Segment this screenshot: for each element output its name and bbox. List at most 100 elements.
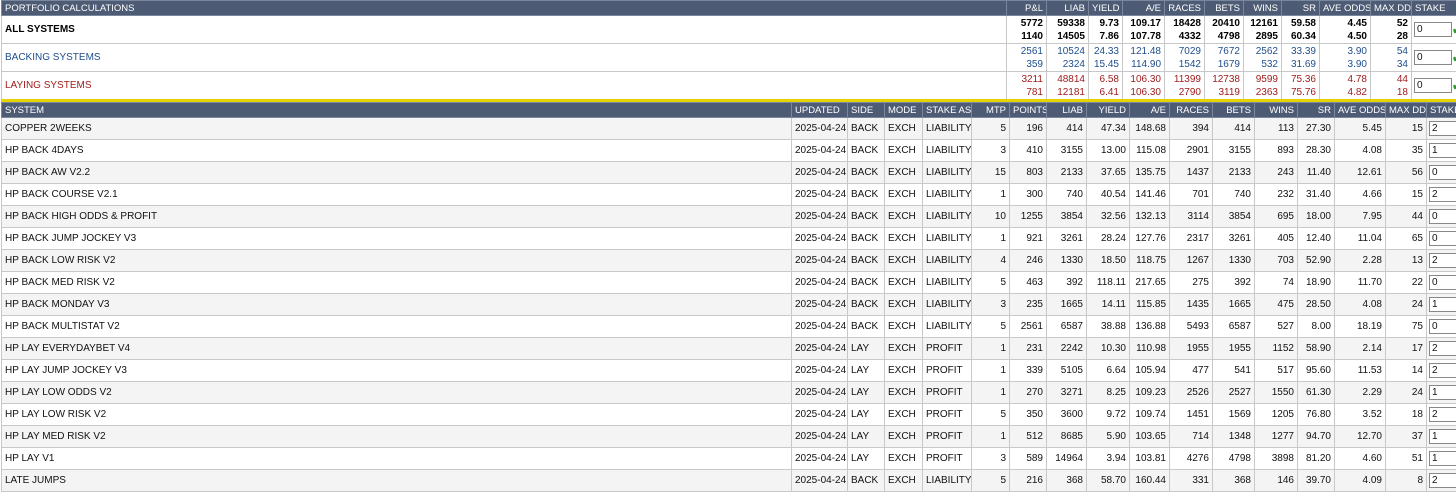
portfolio-value-cell: 24.33 15.45: [1088, 43, 1123, 72]
col-header-stake[interactable]: STAKE: [1426, 102, 1456, 118]
portfolio-row-name: ALL SYSTEMS: [1, 15, 1007, 44]
system-row[interactable]: HP LAY MED RISK V2 2025-04-24 LAY EXCH PROFI…: [1, 425, 1456, 448]
cell-mtp: 3: [971, 447, 1010, 470]
cell-wins: 1277: [1254, 425, 1298, 448]
cell-races: 477: [1169, 359, 1213, 382]
cell-sr: 39.70: [1297, 469, 1335, 492]
system-row[interactable]: HP BACK JUMP JOCKEY V3 2025-04-24 BACK EXCH…: [1, 227, 1456, 250]
stake-input[interactable]: 1: [1429, 143, 1456, 158]
portfolio-value-cell: 48814 12181: [1046, 71, 1089, 102]
cell-liab: 414: [1046, 117, 1087, 140]
cell-system-name: HP BACK JUMP JOCKEY V3: [1, 227, 792, 250]
cell-points: 300: [1009, 183, 1047, 206]
col-header-points[interactable]: POINTS: [1009, 102, 1047, 118]
portfolio-row: BACKING SYSTEMS 2561 359 10524 2324 24.33 15.4…: [1, 43, 1456, 72]
col-header-mtp[interactable]: MTP: [971, 102, 1010, 118]
stake-input[interactable]: 1: [1429, 385, 1456, 400]
system-row[interactable]: HP BACK MULTISTAT V2 2025-04-24 BACK EXCH LI…: [1, 315, 1456, 338]
system-row[interactable]: HP BACK MONDAY V3 2025-04-24 BACK EXCH LIABI…: [1, 293, 1456, 316]
col-header-ae[interactable]: A/E: [1129, 102, 1170, 118]
portfolio-stake-cell: 0✔: [1411, 15, 1456, 44]
col-header-yield[interactable]: YIELD: [1086, 102, 1130, 118]
system-row[interactable]: COPPER 2WEEKS 2025-04-24 BACK EXCH LIABILITY…: [1, 117, 1456, 140]
cell-sr: 94.70: [1297, 425, 1335, 448]
system-row[interactable]: HP BACK AW V2.2 2025-04-24 BACK EXCH LIABILI…: [1, 161, 1456, 184]
cell-max-dd: 13: [1385, 249, 1427, 272]
system-row[interactable]: LATE JUMPS 2025-04-24 BACK EXCH LIABILITY 5 21…: [1, 469, 1456, 492]
system-row[interactable]: HP BACK COURSE V2.1 2025-04-24 BACK EXCH LIA…: [1, 183, 1456, 206]
col-header-races[interactable]: RACES: [1169, 102, 1213, 118]
col-header-stake-as[interactable]: STAKE AS: [922, 102, 972, 118]
cell-mode: EXCH: [884, 205, 923, 228]
stake-input[interactable]: 0: [1429, 275, 1456, 290]
col-header-mode[interactable]: MODE: [884, 102, 923, 118]
check-icon[interactable]: ✔: [1452, 50, 1456, 66]
system-row[interactable]: HP LAY LOW RISK V2 2025-04-24 LAY EXCH PROFI…: [1, 403, 1456, 426]
stake-input[interactable]: 0: [1429, 319, 1456, 334]
stake-input[interactable]: 1: [1429, 429, 1456, 444]
cell-system-name: HP BACK 4DAYS: [1, 139, 792, 162]
cell-points: 410: [1009, 139, 1047, 162]
cell-max-dd: 17: [1385, 337, 1427, 360]
col-header-liab[interactable]: LIAB: [1046, 102, 1087, 118]
stake-input[interactable]: 2: [1429, 363, 1456, 378]
stake-input[interactable]: 1: [1429, 297, 1456, 312]
stake-input[interactable]: 2: [1429, 407, 1456, 422]
col-header-sr[interactable]: SR: [1297, 102, 1335, 118]
portfolio-value-all: 4.78: [1347, 73, 1367, 85]
stake-input[interactable]: 2: [1429, 253, 1456, 268]
check-icon[interactable]: ✔: [1452, 22, 1456, 38]
portfolio-value-all: 9599: [1255, 73, 1278, 85]
check-icon[interactable]: ✔: [1452, 78, 1456, 94]
cell-liab: 8685: [1046, 425, 1087, 448]
col-header-updated[interactable]: UPDATED: [791, 102, 848, 118]
cell-updated-date: 2025-04-24: [791, 469, 848, 492]
portfolio-value-cell: 7029 1542: [1164, 43, 1205, 72]
cell-races: 4276: [1169, 447, 1213, 470]
stake-input[interactable]: 0: [1429, 209, 1456, 224]
system-row[interactable]: HP BACK LOW RISK V2 2025-04-24 BACK EXCH LIA…: [1, 249, 1456, 272]
cell-side: BACK: [847, 227, 885, 250]
system-row[interactable]: HP LAY LOW ODDS V2 2025-04-24 LAY EXCH PROFI…: [1, 381, 1456, 404]
system-row[interactable]: HP LAY V1 2025-04-24 LAY EXCH PROFIT 3 589 1496…: [1, 447, 1456, 470]
stake-input[interactable]: 2: [1429, 341, 1456, 356]
col-header-system[interactable]: SYSTEM: [1, 102, 792, 118]
stake-input[interactable]: 0: [1414, 78, 1452, 93]
col-header-bets[interactable]: BETS: [1212, 102, 1255, 118]
stake-input[interactable]: 1: [1429, 451, 1456, 466]
col-header-wins[interactable]: WINS: [1254, 102, 1298, 118]
portfolio-value-all: 106.30: [1130, 73, 1161, 85]
system-row[interactable]: HP LAY JUMP JOCKEY V3 2025-04-24 LAY EXCH PR…: [1, 359, 1456, 382]
portfolio-value-cell: 12161 2895: [1243, 15, 1282, 44]
portfolio-value-recent: 3119: [1218, 86, 1240, 98]
portfolio-value-cell: 9599 2363: [1243, 71, 1282, 102]
system-row[interactable]: HP BACK HIGH ODDS & PROFIT 2025-04-24 BACK…: [1, 205, 1456, 228]
cell-wins: 405: [1254, 227, 1298, 250]
cell-races: 701: [1169, 183, 1213, 206]
cell-max-dd: 15: [1385, 117, 1427, 140]
stake-input[interactable]: 0: [1414, 50, 1452, 65]
cell-ave-odds: 5.45: [1334, 117, 1386, 140]
system-row[interactable]: HP BACK MED RISK V2 2025-04-24 BACK EXCH LIA…: [1, 271, 1456, 294]
stake-input[interactable]: 0: [1429, 165, 1456, 180]
portfolio-value-recent: 114.90: [1131, 58, 1161, 70]
system-row[interactable]: HP BACK 4DAYS 2025-04-24 BACK EXCH LIABILITY…: [1, 139, 1456, 162]
cell-system-name: HP BACK MONDAY V3: [1, 293, 792, 316]
stake-input[interactable]: 0: [1414, 22, 1452, 37]
portfolio-value-cell: 121.48 114.90: [1122, 43, 1165, 72]
stake-input[interactable]: 2: [1429, 121, 1456, 136]
portfolio-value-cell: 4.45 4.50: [1319, 15, 1371, 44]
col-header-side[interactable]: SIDE: [847, 102, 885, 118]
cell-yield: 118.11: [1086, 271, 1130, 294]
col-header-ave-odds[interactable]: AVE ODDS: [1334, 102, 1386, 118]
cell-ave-odds: 11.70: [1334, 271, 1386, 294]
system-row[interactable]: HP LAY EVERYDAYBET V4 2025-04-24 LAY EXCH PR…: [1, 337, 1456, 360]
stake-input[interactable]: 2: [1429, 473, 1456, 488]
cell-wins: 475: [1254, 293, 1298, 316]
cell-system-name: HP LAY LOW RISK V2: [1, 403, 792, 426]
stake-input[interactable]: 2: [1429, 187, 1456, 202]
cell-sr: 58.90: [1297, 337, 1335, 360]
stake-input[interactable]: 0: [1429, 231, 1456, 246]
cell-wins: 1205: [1254, 403, 1298, 426]
col-header-max-dd[interactable]: MAX DD: [1385, 102, 1427, 118]
